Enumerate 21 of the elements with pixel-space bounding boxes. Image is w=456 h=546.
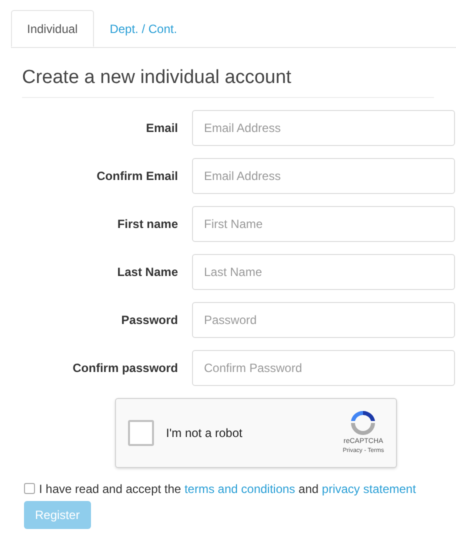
tab[interactable]: Dept. / Cont. xyxy=(94,10,194,47)
input-field[interactable]: Email Address xyxy=(192,110,455,146)
field-label: Confirm Email xyxy=(96,168,178,184)
agreement-link[interactable]: privacy statement xyxy=(322,482,416,496)
form-heading: Create a new individual account xyxy=(22,66,292,90)
field-label: Password xyxy=(120,312,178,328)
field-label: Email xyxy=(144,120,178,136)
agreement-link[interactable]: terms and conditions xyxy=(184,482,296,496)
tab[interactable]: Individual xyxy=(11,10,94,47)
agreement-text: I have read and accept the terms and conditions and privacy statement xyxy=(39,480,416,498)
agreement-checkbox[interactable] xyxy=(24,483,35,494)
captcha-label: I'm not a robot xyxy=(166,424,242,442)
field-label: Confirm password xyxy=(72,360,178,376)
input-field[interactable]: Email Address xyxy=(192,158,455,194)
captcha-checkbox[interactable] xyxy=(128,420,154,446)
field-label: Last Name xyxy=(116,264,178,280)
input-field[interactable]: Last Name xyxy=(192,254,455,290)
field-label: First name xyxy=(116,216,178,232)
input-field[interactable]: First Name xyxy=(192,206,455,242)
input-field[interactable]: Confirm Password xyxy=(192,350,455,386)
input-field[interactable]: Password xyxy=(192,302,455,338)
